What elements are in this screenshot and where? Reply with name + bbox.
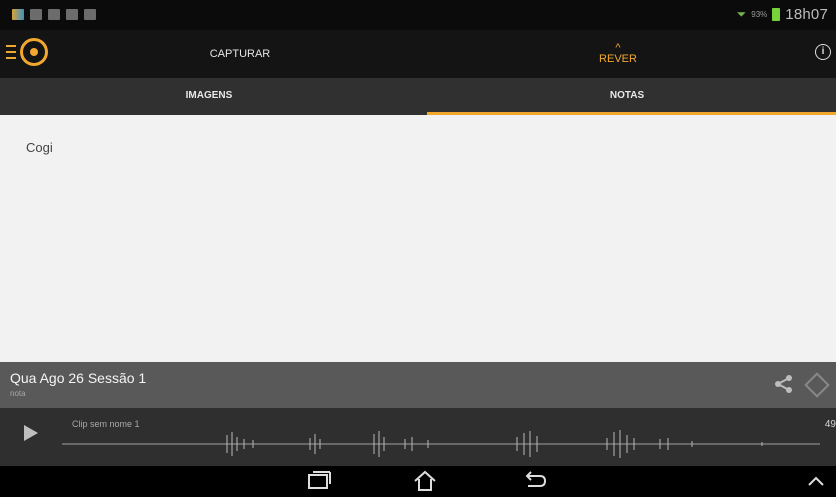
tab-capturar-label: CAPTURAR: [209, 48, 271, 60]
sync-notification-icon: [84, 9, 96, 20]
app-notification-icon: [12, 9, 24, 20]
chevron-up-icon: ^: [615, 42, 621, 54]
session-subtitle: nota: [10, 389, 26, 398]
status-bar: ⏷ 93% 18h07: [0, 0, 836, 30]
subtabs: IMAGENS NOTAS: [0, 78, 836, 115]
session-bar: Qua Ago 26 Sessão 1 nota: [0, 362, 836, 408]
share-icon[interactable]: [774, 374, 794, 394]
tab-rever-label: REVER: [599, 53, 637, 65]
clip-name: Clip sem nome 1: [72, 419, 140, 429]
system-nav-bar: [0, 466, 836, 497]
status-right: ⏷ 93% 18h07: [737, 6, 828, 23]
audio-player: Clip sem nome 1 49: [0, 408, 836, 466]
session-title: Qua Ago 26 Sessão 1: [10, 370, 147, 386]
notification-icons: [12, 9, 96, 20]
chevron-up-nav-icon[interactable]: [806, 469, 826, 493]
clip-duration: 49: [824, 419, 836, 430]
menu-icon[interactable]: [6, 45, 17, 59]
home-icon[interactable]: [411, 469, 439, 493]
info-icon[interactable]: i: [815, 44, 831, 60]
tab-notas[interactable]: NOTAS: [418, 78, 836, 115]
tab-capturar[interactable]: CAPTURAR: [170, 30, 310, 78]
image-notification-icon: [30, 9, 42, 20]
app-bar: CAPTURAR ^ REVER i: [0, 30, 836, 78]
tab-rever[interactable]: ^ REVER: [548, 30, 688, 78]
note-text[interactable]: Cogi: [26, 140, 53, 155]
gallery-notification-icon: [48, 9, 60, 20]
back-icon[interactable]: [520, 469, 548, 493]
play-icon[interactable]: [24, 425, 38, 441]
tag-icon[interactable]: [804, 372, 830, 398]
notes-editor[interactable]: Cogi: [0, 115, 836, 362]
waveform-scrubber[interactable]: [62, 429, 820, 459]
app-logo-icon[interactable]: [20, 38, 48, 66]
wifi-icon: ⏷: [736, 7, 747, 21]
recent-apps-icon[interactable]: [305, 469, 333, 493]
mail-notification-icon: [66, 9, 78, 20]
status-time: 18h07: [785, 6, 828, 23]
battery-icon: [772, 8, 781, 21]
tab-imagens[interactable]: IMAGENS: [0, 78, 418, 115]
battery-percent: 93%: [751, 10, 768, 19]
